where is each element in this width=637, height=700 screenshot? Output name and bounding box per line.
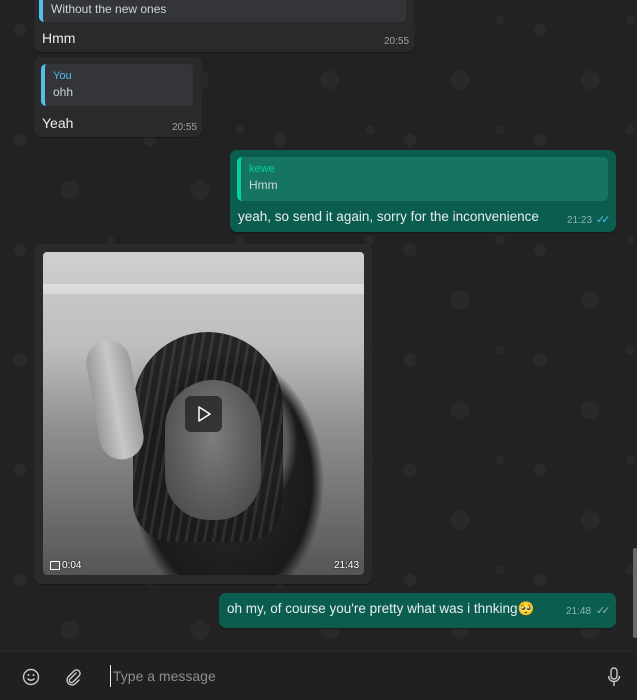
paperclip-icon <box>66 669 81 686</box>
message-time: 20:55 <box>384 36 410 47</box>
video-duration-text: 0:04 <box>62 560 82 571</box>
message-incoming[interactable]: Without the new ones Hmm 20:55 <box>34 0 414 52</box>
composer-bar <box>0 651 637 700</box>
quoted-author: You <box>53 70 72 82</box>
message-text: Hmm <box>42 30 76 46</box>
quoted-message[interactable]: You ohh <box>41 64 193 106</box>
chat-panel: Without the new ones Hmm 20:55 You ohh Y… <box>0 0 637 651</box>
message-time: 21:23 <box>567 215 593 226</box>
read-ticks-icon: ✓✓ <box>596 214 611 226</box>
message-incoming[interactable]: You ohh Yeah 20:55 <box>34 57 202 137</box>
message-time: 21:43 <box>334 560 360 571</box>
voice-message-button[interactable] <box>603 666 625 688</box>
microphone-icon <box>607 667 621 686</box>
message-text: oh my, of course you're pretty what was … <box>227 601 535 616</box>
quoted-text: ohh <box>53 85 74 99</box>
quoted-message[interactable]: Without the new ones <box>39 0 406 22</box>
quoted-author: kewe <box>249 163 275 175</box>
attach-button[interactable] <box>62 666 84 688</box>
message-time: 21:48 <box>566 606 592 617</box>
emoji-button[interactable] <box>20 666 42 688</box>
read-ticks-icon: ✓✓ <box>596 605 611 617</box>
scrollbar[interactable] <box>633 548 637 638</box>
video-thumbnail[interactable]: 0:04 21:43 <box>43 252 364 575</box>
message-text: Yeah <box>42 115 74 131</box>
video-background <box>43 284 364 294</box>
video-camera-icon <box>50 560 60 570</box>
emoji-icon <box>22 668 40 686</box>
message-input[interactable] <box>110 665 583 687</box>
message-outgoing[interactable]: kewe Hmm yeah, so send it again, sorry f… <box>230 150 616 232</box>
quoted-text: Hmm <box>249 178 278 192</box>
video-subject-hand <box>82 337 148 463</box>
message-time: 20:55 <box>172 122 198 133</box>
video-duration: 0:04 <box>50 560 81 571</box>
quoted-message[interactable]: kewe Hmm <box>237 157 608 201</box>
message-outgoing[interactable]: oh my, of course you're pretty what was … <box>219 593 616 628</box>
play-icon <box>197 406 211 422</box>
play-button[interactable] <box>185 396 222 432</box>
message-text: yeah, so send it again, sorry for the in… <box>238 209 539 224</box>
quoted-text: Without the new ones <box>51 2 167 16</box>
